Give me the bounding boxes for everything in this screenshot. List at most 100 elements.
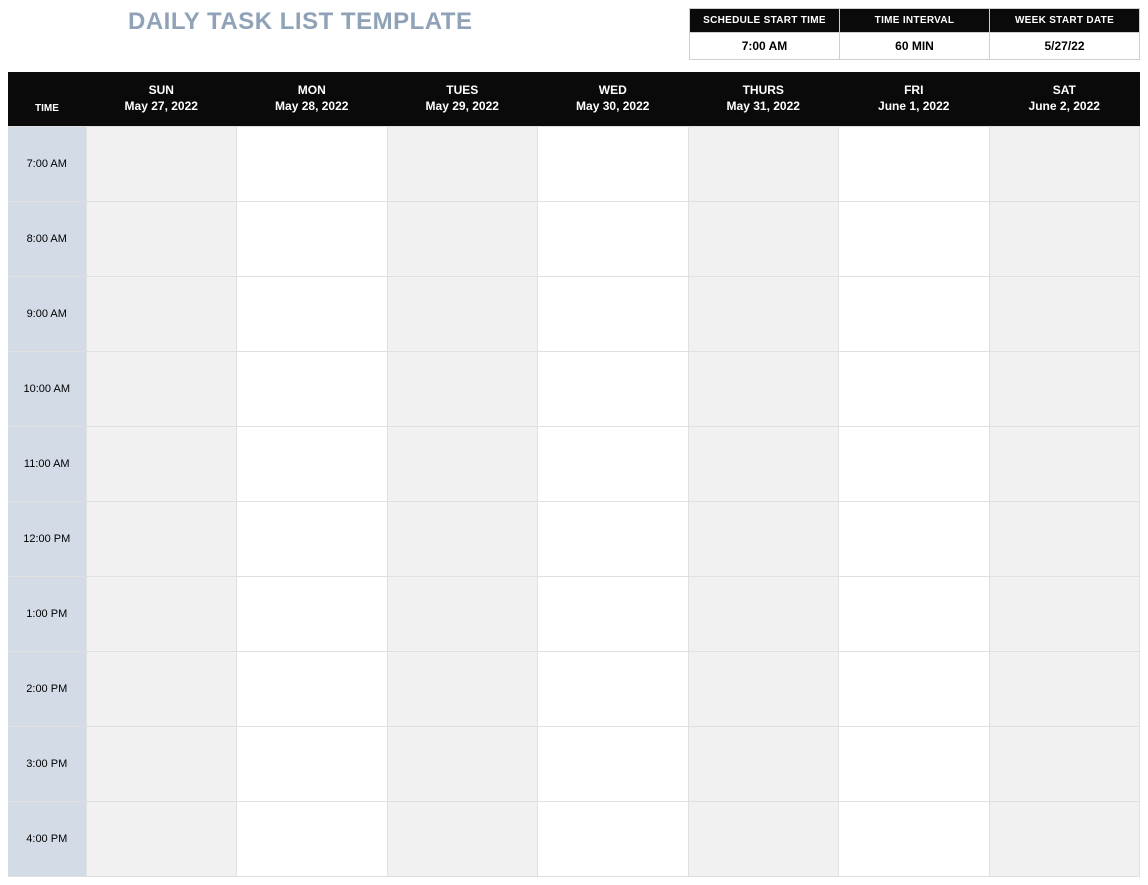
task-cell[interactable] xyxy=(86,427,237,502)
task-cell[interactable] xyxy=(688,427,839,502)
task-cell[interactable] xyxy=(688,277,839,352)
task-cell[interactable] xyxy=(538,577,689,652)
task-cell[interactable] xyxy=(86,727,237,802)
task-cell[interactable] xyxy=(989,427,1140,502)
task-cell[interactable] xyxy=(839,202,990,277)
day-of-week: SAT xyxy=(993,82,1136,98)
task-cell[interactable] xyxy=(538,127,689,202)
task-cell[interactable] xyxy=(86,502,237,577)
settings-value-start-time[interactable]: 7:00 AM xyxy=(690,33,840,60)
task-cell[interactable] xyxy=(387,727,538,802)
grid-body: 7:00 AM8:00 AM9:00 AM10:00 AM11:00 AM12:… xyxy=(8,127,1140,877)
task-cell[interactable] xyxy=(387,652,538,727)
task-cell[interactable] xyxy=(237,502,388,577)
task-cell[interactable] xyxy=(989,277,1140,352)
grid-header-day-mon: MON May 28, 2022 xyxy=(237,72,388,127)
task-cell[interactable] xyxy=(387,202,538,277)
settings-value-interval[interactable]: 60 MIN xyxy=(840,33,990,60)
task-cell[interactable] xyxy=(237,277,388,352)
time-label: 2:00 PM xyxy=(8,652,86,727)
task-cell[interactable] xyxy=(387,577,538,652)
task-cell[interactable] xyxy=(237,652,388,727)
settings-table: SCHEDULE START TIME TIME INTERVAL WEEK S… xyxy=(689,8,1140,60)
settings-value-week-start[interactable]: 5/27/22 xyxy=(990,33,1140,60)
task-cell[interactable] xyxy=(989,502,1140,577)
task-cell[interactable] xyxy=(989,577,1140,652)
day-of-week: WED xyxy=(542,82,685,98)
day-of-week: MON xyxy=(241,82,384,98)
task-cell[interactable] xyxy=(86,277,237,352)
grid-row: 7:00 AM xyxy=(8,127,1140,202)
task-cell[interactable] xyxy=(839,352,990,427)
task-cell[interactable] xyxy=(989,727,1140,802)
task-cell[interactable] xyxy=(538,727,689,802)
grid-row: 3:00 PM xyxy=(8,727,1140,802)
day-of-week: FRI xyxy=(843,82,986,98)
grid-header-row: TIME SUN May 27, 2022 MON May 28, 2022 T… xyxy=(8,72,1140,127)
task-cell[interactable] xyxy=(688,577,839,652)
page-title: DAILY TASK LIST TEMPLATE xyxy=(8,8,689,36)
day-of-week: TUES xyxy=(391,82,534,98)
task-cell[interactable] xyxy=(538,352,689,427)
grid-row: 12:00 PM xyxy=(8,502,1140,577)
task-cell[interactable] xyxy=(387,352,538,427)
settings-header-interval: TIME INTERVAL xyxy=(840,9,990,33)
task-cell[interactable] xyxy=(538,202,689,277)
grid-row: 8:00 AM xyxy=(8,202,1140,277)
day-date: May 30, 2022 xyxy=(542,98,685,114)
task-cell[interactable] xyxy=(237,202,388,277)
task-cell[interactable] xyxy=(839,502,990,577)
time-label: 3:00 PM xyxy=(8,727,86,802)
schedule-grid: TIME SUN May 27, 2022 MON May 28, 2022 T… xyxy=(8,72,1140,877)
grid-header-day-fri: FRI June 1, 2022 xyxy=(839,72,990,127)
time-label: 11:00 AM xyxy=(8,427,86,502)
task-cell[interactable] xyxy=(237,352,388,427)
task-cell[interactable] xyxy=(237,577,388,652)
task-cell[interactable] xyxy=(538,427,689,502)
task-cell[interactable] xyxy=(989,127,1140,202)
task-cell[interactable] xyxy=(839,427,990,502)
task-cell[interactable] xyxy=(839,277,990,352)
task-cell[interactable] xyxy=(688,202,839,277)
time-label: 10:00 AM xyxy=(8,352,86,427)
task-cell[interactable] xyxy=(237,427,388,502)
grid-header-day-sun: SUN May 27, 2022 xyxy=(86,72,237,127)
task-cell[interactable] xyxy=(387,427,538,502)
day-of-week: SUN xyxy=(90,82,233,98)
task-cell[interactable] xyxy=(989,202,1140,277)
task-cell[interactable] xyxy=(387,277,538,352)
grid-header-day-wed: WED May 30, 2022 xyxy=(538,72,689,127)
task-cell[interactable] xyxy=(688,652,839,727)
grid-row: 9:00 AM xyxy=(8,277,1140,352)
task-cell[interactable] xyxy=(387,127,538,202)
task-cell[interactable] xyxy=(688,502,839,577)
task-cell[interactable] xyxy=(387,502,538,577)
day-date: June 1, 2022 xyxy=(843,98,986,114)
task-cell[interactable] xyxy=(839,127,990,202)
task-cell[interactable] xyxy=(86,352,237,427)
task-cell[interactable] xyxy=(86,652,237,727)
task-cell[interactable] xyxy=(688,127,839,202)
task-cell[interactable] xyxy=(86,577,237,652)
task-cell[interactable] xyxy=(839,577,990,652)
task-cell[interactable] xyxy=(989,652,1140,727)
task-cell[interactable] xyxy=(237,727,388,802)
task-cell[interactable] xyxy=(839,652,990,727)
task-cell[interactable] xyxy=(86,127,237,202)
day-date: May 29, 2022 xyxy=(391,98,534,114)
task-cell[interactable] xyxy=(538,277,689,352)
day-date: May 27, 2022 xyxy=(90,98,233,114)
task-cell[interactable] xyxy=(839,727,990,802)
grid-row: 1:00 PM xyxy=(8,577,1140,652)
header-row: DAILY TASK LIST TEMPLATE SCHEDULE START … xyxy=(8,8,1140,60)
settings-header-week-start: WEEK START DATE xyxy=(990,9,1140,33)
task-cell[interactable] xyxy=(538,502,689,577)
task-cell[interactable] xyxy=(86,202,237,277)
grid-header-time: TIME xyxy=(8,72,86,127)
grid-header-day-tues: TUES May 29, 2022 xyxy=(387,72,538,127)
task-cell[interactable] xyxy=(237,127,388,202)
task-cell[interactable] xyxy=(989,352,1140,427)
task-cell[interactable] xyxy=(688,727,839,802)
task-cell[interactable] xyxy=(538,652,689,727)
task-cell[interactable] xyxy=(688,352,839,427)
